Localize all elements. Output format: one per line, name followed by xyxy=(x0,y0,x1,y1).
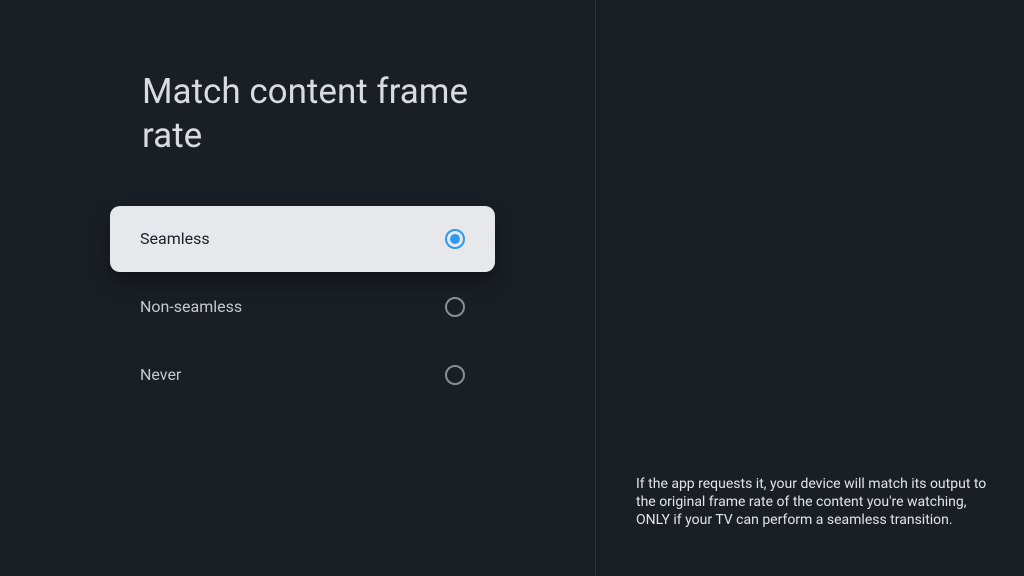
options-list: Seamless Non-seamless Never xyxy=(0,206,595,408)
radio-icon xyxy=(445,229,465,249)
option-label: Never xyxy=(140,365,181,384)
left-panel: Match content frame rate Seamless Non-se… xyxy=(0,0,595,576)
option-non-seamless[interactable]: Non-seamless xyxy=(110,274,495,340)
option-label: Seamless xyxy=(140,229,210,248)
option-label: Non-seamless xyxy=(140,297,242,316)
radio-icon xyxy=(445,365,465,385)
page-title: Match content frame rate xyxy=(142,70,495,158)
option-never[interactable]: Never xyxy=(110,342,495,408)
settings-container: Match content frame rate Seamless Non-se… xyxy=(0,0,1024,576)
radio-icon xyxy=(445,297,465,317)
right-panel: If the app requests it, your device will… xyxy=(595,0,1024,576)
option-seamless[interactable]: Seamless xyxy=(110,206,495,272)
option-description: If the app requests it, your device will… xyxy=(636,476,994,530)
